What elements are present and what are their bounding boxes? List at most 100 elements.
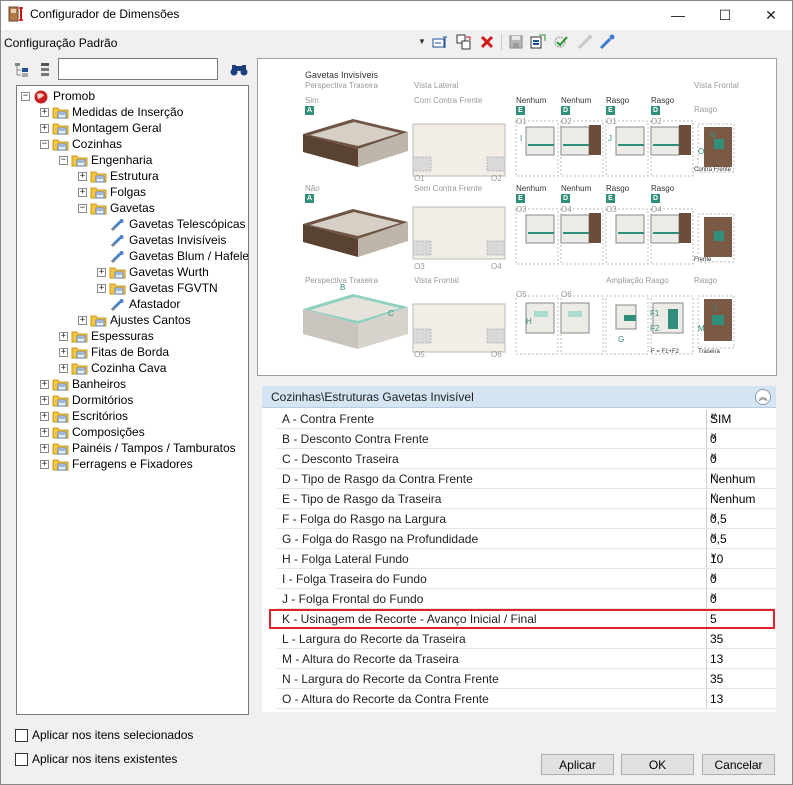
configuration-select[interactable]: Configuração Padrão <box>4 36 117 50</box>
ok-button[interactable]: OK <box>621 754 694 775</box>
property-value-input[interactable]: 35 <box>706 629 772 648</box>
apply-selected-option[interactable]: Aplicar nos itens selecionados <box>15 728 193 742</box>
property-value-select[interactable]: 0,5 ∨ <box>706 529 772 548</box>
collapse-toggle-icon[interactable]: − <box>59 155 68 165</box>
tree-item[interactable]: Afastador <box>97 296 180 312</box>
expand-toggle-icon[interactable]: + <box>40 123 49 133</box>
tree-item[interactable]: + Composições <box>40 424 145 440</box>
apply-selected-checkbox[interactable] <box>15 728 28 742</box>
tree-item[interactable]: + Painéis / Tampos / Tamburatos <box>40 440 236 456</box>
tree-item[interactable]: Gavetas Blum / Hafele <box>97 248 248 264</box>
apply-existing-checkbox[interactable] <box>15 752 28 766</box>
tree-item[interactable]: + Cozinha Cava <box>59 360 166 376</box>
tree-item[interactable]: + Estrutura <box>78 168 159 184</box>
tree-item[interactable]: + Folgas <box>78 184 146 200</box>
tree-search-input[interactable] <box>58 58 218 80</box>
property-value-select[interactable]: 0 ∨ <box>706 589 772 608</box>
property-row[interactable]: H - Folga Lateral Fundo 10 ∨ <box>276 549 776 569</box>
property-row[interactable]: B - Desconto Contra Frente 0 ∨ <box>276 429 776 449</box>
property-row[interactable]: L - Largura do Recorte da Traseira 35 <box>276 629 776 649</box>
property-value-select[interactable]: SIM ∨ <box>706 409 772 428</box>
chevron-down-icon[interactable]: ∨ <box>710 571 769 582</box>
property-value-input[interactable]: 13 <box>706 649 772 668</box>
tree-item[interactable]: Gavetas Invisíveis <box>97 232 226 248</box>
property-row[interactable]: O - Altura do Recorte da Contra Frente 13 <box>276 689 776 709</box>
maximize-button[interactable]: ☐ <box>702 0 748 30</box>
collapse-toggle-icon[interactable]: − <box>40 139 49 149</box>
expand-toggle-icon[interactable]: + <box>40 427 49 437</box>
binoculars-search-icon[interactable] <box>230 60 248 80</box>
chevron-down-icon[interactable]: ∨ <box>710 531 769 542</box>
collapse-icon[interactable]: ︽ <box>755 389 771 405</box>
tree-view-icon[interactable] <box>13 60 31 80</box>
tree-item[interactable]: + Espessuras <box>59 328 154 344</box>
apply-existing-option[interactable]: Aplicar nos itens existentes <box>15 752 177 766</box>
property-section-header[interactable]: Cozinhas\Estruturas Gavetas Invisível ︽ <box>262 386 776 408</box>
tree-item[interactable]: + Ajustes Cantos <box>78 312 191 328</box>
chevron-down-icon[interactable]: ∨ <box>710 511 769 522</box>
tree-item[interactable]: + Ferragens e Fixadores <box>40 456 193 472</box>
collapse-toggle-icon[interactable]: − <box>78 203 87 213</box>
list-view-icon[interactable] <box>36 60 54 80</box>
expand-toggle-icon[interactable]: + <box>59 347 68 357</box>
property-value-select[interactable]: 10 ∨ <box>706 549 772 568</box>
config-dropdown-arrow[interactable]: ▼ <box>418 37 426 46</box>
export-icon[interactable] <box>529 33 547 51</box>
expand-toggle-icon[interactable]: + <box>40 107 49 117</box>
expand-toggle-icon[interactable]: + <box>40 459 49 469</box>
expand-toggle-icon[interactable]: + <box>40 411 49 421</box>
tree-item[interactable]: − Cozinhas <box>40 136 122 152</box>
expand-toggle-icon[interactable]: + <box>59 331 68 341</box>
tree-item[interactable]: + Gavetas Wurth <box>97 264 209 280</box>
apply-button[interactable]: Aplicar <box>541 754 614 775</box>
cancel-button[interactable]: Cancelar <box>702 754 775 775</box>
expand-toggle-icon[interactable]: + <box>97 283 106 293</box>
tree-item[interactable]: + Gavetas FGVTN <box>97 280 218 296</box>
property-value-select[interactable]: 0,5 ∨ <box>706 509 772 528</box>
property-value-select[interactable]: 0 ∨ <box>706 569 772 588</box>
delete-config-icon[interactable] <box>478 33 496 51</box>
tree-item[interactable]: + Dormitórios <box>40 392 133 408</box>
tool-edit-icon[interactable] <box>598 33 616 51</box>
rename-config-icon[interactable] <box>431 33 449 51</box>
copy-config-icon[interactable] <box>455 33 473 51</box>
tree-item[interactable]: − Promob <box>21 88 95 104</box>
chevron-down-icon[interactable]: ∨ <box>710 451 769 462</box>
property-row[interactable]: D - Tipo de Rasgo da Contra Frente Nenhum… <box>276 469 776 489</box>
property-row[interactable]: J - Folga Frontal do Fundo 0 ∨ <box>276 589 776 609</box>
tool-disabled-icon[interactable] <box>576 33 594 51</box>
expand-toggle-icon[interactable]: + <box>40 443 49 453</box>
tree-item[interactable]: + Medidas de Inserção <box>40 104 183 120</box>
property-value-select[interactable]: 0 ∨ <box>706 449 772 468</box>
tree-item[interactable]: + Montagem Geral <box>40 120 161 136</box>
category-tree[interactable]: − Promob + Medidas de Inserção + Montagem Ger… <box>16 85 249 715</box>
property-row[interactable]: A - Contra Frente SIM ∨ <box>276 409 776 429</box>
tree-item[interactable]: − Gavetas <box>78 200 155 216</box>
expand-toggle-icon[interactable]: + <box>40 395 49 405</box>
collapse-toggle-icon[interactable]: − <box>21 91 30 101</box>
property-value-input[interactable]: 35 <box>706 669 772 688</box>
property-value-select[interactable]: 0 ∨ <box>706 429 772 448</box>
property-row[interactable]: C - Desconto Traseira 0 ∨ <box>276 449 776 469</box>
expand-toggle-icon[interactable]: + <box>40 379 49 389</box>
property-row[interactable]: F - Folga do Rasgo na Largura 0,5 ∨ <box>276 509 776 529</box>
validate-icon[interactable] <box>552 33 570 51</box>
expand-toggle-icon[interactable]: + <box>78 171 87 181</box>
property-row[interactable]: E - Tipo de Rasgo da Traseira Nenhum ∨ <box>276 489 776 509</box>
chevron-down-icon[interactable]: ∨ <box>710 411 769 422</box>
chevron-down-icon[interactable]: ∨ <box>710 431 769 442</box>
property-row[interactable]: I - Folga Traseira do Fundo 0 ∨ <box>276 569 776 589</box>
property-row[interactable]: M - Altura do Recorte da Traseira 13 <box>276 649 776 669</box>
expand-toggle-icon[interactable]: + <box>97 267 106 277</box>
tree-item[interactable]: + Escritórios <box>40 408 128 424</box>
expand-toggle-icon[interactable]: + <box>78 315 87 325</box>
property-row[interactable]: N - Largura do Recorte da Contra Frente 3… <box>276 669 776 689</box>
chevron-down-icon[interactable]: ∨ <box>710 471 769 482</box>
property-value-select[interactable]: Nenhum ∨ <box>706 469 772 488</box>
property-value-input[interactable]: 13 <box>706 689 772 708</box>
tree-item[interactable]: Gavetas Telescópicas <box>97 216 246 232</box>
chevron-down-icon[interactable]: ∨ <box>710 491 769 502</box>
close-window-button[interactable]: ✕ <box>748 0 793 30</box>
tree-item[interactable]: + Banheiros <box>40 376 126 392</box>
minimize-button[interactable]: — <box>655 0 701 30</box>
